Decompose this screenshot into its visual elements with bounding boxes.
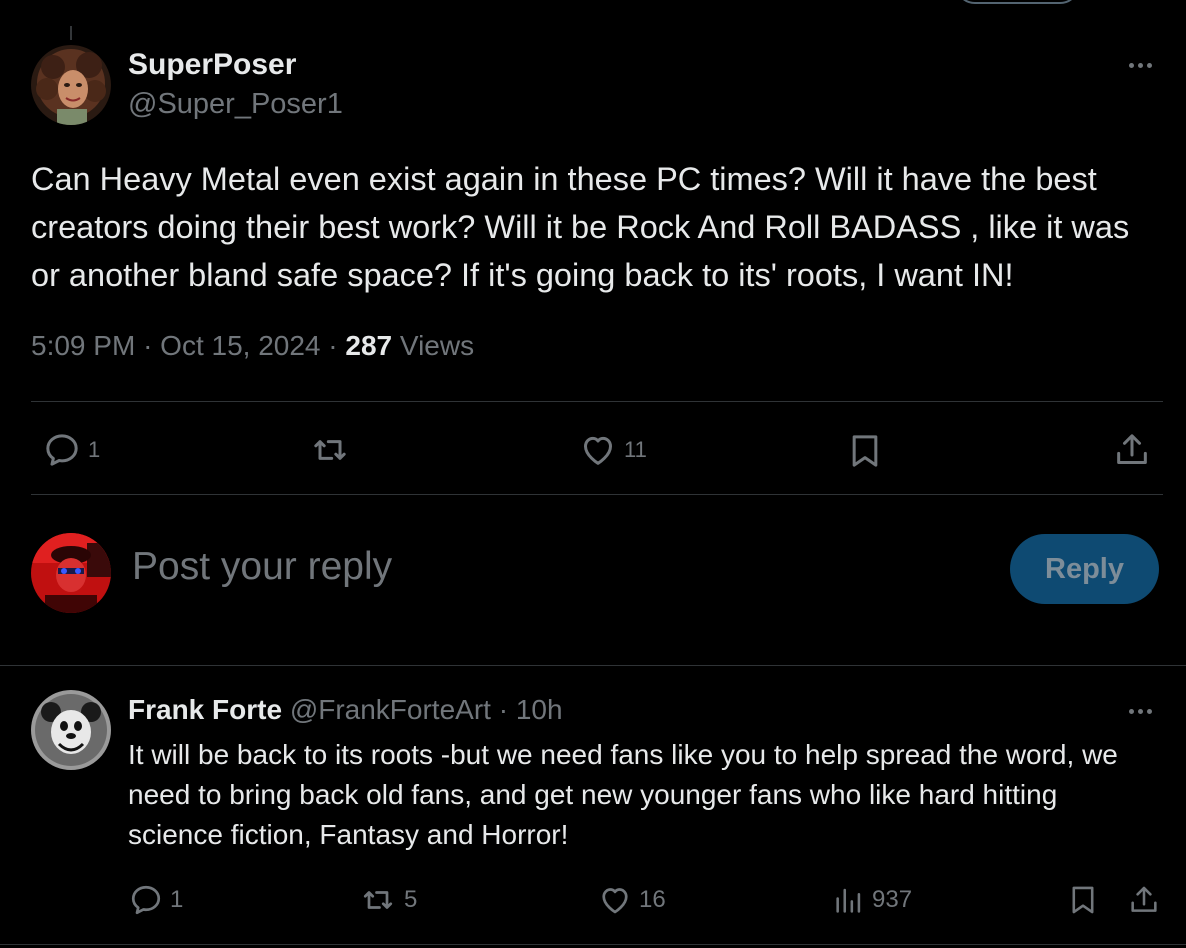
- tweet-text: Can Heavy Metal even exist again in thes…: [31, 161, 1130, 293]
- reply-author-avatar[interactable]: [31, 690, 111, 770]
- heart-icon: [584, 436, 612, 465]
- like-count: 11: [624, 437, 647, 462]
- current-user-avatar[interactable]: [31, 533, 111, 613]
- reply-button[interactable]: Reply: [1010, 534, 1159, 604]
- bookmark-icon: [852, 435, 878, 467]
- reply-icon: [46, 434, 78, 466]
- views-label: Views: [399, 330, 475, 361]
- share-action[interactable]: [1112, 430, 1152, 470]
- tweet-metadata: 5:09 PM · Oct 15, 2024 · 287 Views: [31, 330, 474, 362]
- tweet-date[interactable]: Oct 15, 2024: [160, 330, 320, 361]
- reply-reply-action[interactable]: 1: [128, 882, 183, 918]
- reply-icon: [131, 885, 161, 915]
- reply-retweet-action[interactable]: 5: [358, 882, 417, 918]
- tweet-detail-page: SuperPoser @Super_Poser1 Can Heavy Metal…: [0, 0, 1186, 948]
- author-avatar[interactable]: [31, 45, 111, 125]
- reply-time[interactable]: 10h: [516, 694, 563, 725]
- share-icon: [1131, 886, 1157, 912]
- reply-author-name[interactable]: Frank Forte: [128, 694, 282, 725]
- thread-line: [70, 26, 72, 40]
- share-icon: [1117, 434, 1147, 464]
- reply-retweet-count: 5: [404, 886, 418, 913]
- reply-header: Frank Forte @FrankForteArt · 10h: [128, 694, 563, 726]
- divider: [0, 665, 1186, 666]
- like-action[interactable]: 11: [578, 430, 647, 470]
- reply-like-count: 16: [639, 886, 666, 913]
- bookmark-action[interactable]: [845, 430, 885, 472]
- analytics-icon: [836, 888, 861, 913]
- retweet-icon: [363, 891, 393, 909]
- reply-text: It will be back to its roots -but we nee…: [128, 739, 1118, 850]
- bookmark-icon: [1072, 886, 1094, 914]
- reply-more-options-icon[interactable]: [1122, 701, 1158, 721]
- meta-separator: ·: [328, 330, 338, 361]
- reply-separator: ·: [498, 694, 509, 725]
- divider: [0, 944, 1186, 945]
- top-pill-button[interactable]: [955, 0, 1080, 4]
- reply-count: 1: [88, 437, 101, 462]
- reply-input[interactable]: Post your reply: [132, 545, 392, 589]
- heart-icon: [602, 888, 628, 914]
- divider: [31, 494, 1163, 495]
- retweet-action[interactable]: [308, 430, 358, 470]
- reply-reply-count: 1: [170, 886, 184, 913]
- divider: [31, 401, 1163, 402]
- more-options-icon[interactable]: [1122, 55, 1158, 75]
- meta-separator: ·: [143, 330, 153, 361]
- author-handle[interactable]: @Super_Poser1: [128, 88, 343, 121]
- reply-author-handle[interactable]: @FrankForteArt: [290, 694, 491, 725]
- tweet-time[interactable]: 5:09 PM: [31, 330, 135, 361]
- author-name[interactable]: SuperPoser: [128, 48, 296, 82]
- retweet-icon: [314, 440, 346, 460]
- reply-views-action[interactable]: 937: [832, 882, 912, 918]
- reply-share-action[interactable]: [1127, 882, 1161, 918]
- reply-views-count: 937: [872, 886, 913, 913]
- reply-bookmark-action[interactable]: [1066, 882, 1100, 918]
- views-count: 287: [345, 330, 393, 361]
- reply-like-action[interactable]: 16: [597, 882, 666, 918]
- reply-action[interactable]: 1: [42, 430, 100, 470]
